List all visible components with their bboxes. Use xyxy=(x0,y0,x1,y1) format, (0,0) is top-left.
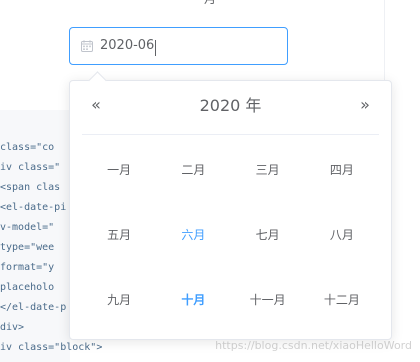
date-input-value: 2020-06 xyxy=(100,38,155,53)
popover-header: « 2020 年 » xyxy=(70,81,391,131)
text-caret xyxy=(155,40,157,56)
date-picker-popover: « 2020 年 » 一月 二月 三月 四月 五月 六月 七月 八月 九月 十月… xyxy=(69,71,392,340)
month-grid: 一月 二月 三月 四月 五月 六月 七月 八月 九月 十月 十一月 十二月 xyxy=(82,137,379,332)
page: 月 2020-06 class="co iv class=" <span cla… xyxy=(0,0,420,362)
month-mar[interactable]: 三月 xyxy=(233,152,303,188)
next-year-button[interactable]: » xyxy=(356,96,374,114)
code-line-7: format="y xyxy=(0,262,55,273)
double-chevron-left-icon: « xyxy=(91,95,101,114)
month-sep[interactable]: 九月 xyxy=(84,282,154,318)
month-dec[interactable]: 十二月 xyxy=(307,282,377,318)
code-line-9: </el-date-p xyxy=(0,302,67,313)
calendar-icon xyxy=(80,39,94,53)
month-jan[interactable]: 一月 xyxy=(84,152,154,188)
double-chevron-right-icon: » xyxy=(360,95,370,114)
month-oct[interactable]: 十月 xyxy=(158,282,228,318)
month-aug[interactable]: 八月 xyxy=(307,217,377,253)
month-nov[interactable]: 十一月 xyxy=(233,282,303,318)
watermark: https://blog.csdn.net/xiaoHelloWord xyxy=(215,339,412,352)
code-line-3: <span clas xyxy=(0,182,61,193)
code-line-10: div> xyxy=(0,322,25,333)
code-line-4: <el-date-pi xyxy=(0,202,67,213)
code-line-5: v-model=" xyxy=(0,222,55,233)
month-jun[interactable]: 六月 xyxy=(158,217,228,253)
code-line-11: iv class="block"> xyxy=(0,342,103,353)
month-jul[interactable]: 七月 xyxy=(233,217,303,253)
code-line-8: placeholo xyxy=(0,282,55,293)
month-apr[interactable]: 四月 xyxy=(307,152,377,188)
header-divider xyxy=(82,134,379,135)
prev-year-button[interactable]: « xyxy=(87,96,105,114)
code-line-2: iv class=" xyxy=(0,162,61,173)
month-may[interactable]: 五月 xyxy=(84,217,154,253)
code-line-1: class="co xyxy=(0,142,55,153)
top-partial-label: 月 xyxy=(0,0,420,8)
code-line-6: type="wee xyxy=(0,242,55,253)
date-picker-input[interactable]: 2020-06 xyxy=(69,27,288,65)
month-feb[interactable]: 二月 xyxy=(158,152,228,188)
background-code-panel: class="co iv class=" <span clas <el-date… xyxy=(0,110,102,362)
year-label[interactable]: 2020 年 xyxy=(200,96,262,116)
